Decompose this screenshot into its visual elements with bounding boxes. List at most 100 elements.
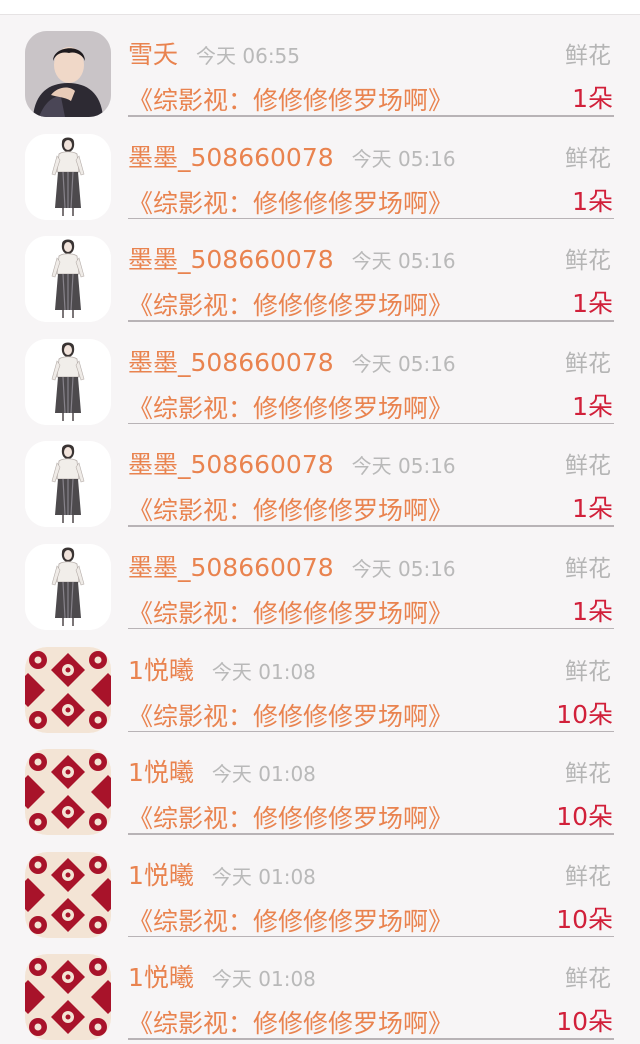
red-pattern-avatar-icon <box>25 851 111 938</box>
user-name[interactable]: 雪夭 今天 06:55 <box>128 35 300 71</box>
list-item[interactable]: 1悦曦 今天 01:08 鲜花 《综影视：修修修修罗场啊》 10朵 <box>0 733 640 836</box>
user-name-text: 墨墨_508660078 <box>128 552 334 582</box>
red-pattern-avatar-icon <box>25 954 111 1041</box>
list-item[interactable]: 雪夭 今天 06:55 鲜花 《综影视：修修修修罗场啊》 1朵 <box>0 15 640 118</box>
sketch-woman-avatar-icon <box>25 133 111 220</box>
gift-type: 鲜花 <box>565 453 611 480</box>
gift-type: 鲜花 <box>565 658 611 685</box>
gift-count: 1朵 <box>572 186 613 216</box>
user-name-text: 1悦曦 <box>128 860 194 890</box>
sketch-woman-avatar-icon <box>25 338 111 425</box>
work-title[interactable]: 《综影视：修修修修罗场啊》 <box>128 1004 453 1040</box>
gift-count: 1朵 <box>572 84 613 113</box>
user-name-text: 雪夭 <box>128 40 179 69</box>
gift-count: 10朵 <box>556 904 613 934</box>
avatar[interactable] <box>25 31 111 117</box>
gift-count: 1朵 <box>572 289 613 319</box>
divider <box>128 115 614 117</box>
work-title[interactable]: 《综影视：修修修修罗场啊》 <box>128 697 453 733</box>
work-title[interactable]: 《综影视：修修修修罗场啊》 <box>128 491 453 527</box>
sketch-woman-avatar-icon <box>25 441 111 528</box>
gift-count: 1朵 <box>572 596 613 626</box>
timestamp: 今天 05:16 <box>351 556 456 581</box>
avatar[interactable] <box>25 851 111 938</box>
avatar[interactable] <box>25 236 111 323</box>
divider <box>128 627 614 630</box>
timestamp: 今天 06:55 <box>196 44 301 68</box>
timestamp: 今天 01:08 <box>211 659 316 684</box>
user-name-text: 1悦曦 <box>128 655 194 685</box>
divider <box>128 833 614 835</box>
sketch-woman-avatar-icon <box>25 543 111 630</box>
work-title[interactable]: 《综影视：修修修修罗场啊》 <box>128 389 453 425</box>
divider <box>128 1038 614 1040</box>
work-title[interactable]: 《综影视：修修修修罗场啊》 <box>128 184 453 220</box>
sketch-woman-avatar-icon <box>25 236 111 323</box>
avatar[interactable] <box>25 954 111 1041</box>
user-name[interactable]: 1悦曦 今天 01:08 <box>128 753 316 789</box>
list-item[interactable]: 墨墨_508660078 今天 05:16 鲜花 《综影视：修修修修罗场啊》 1朵 <box>0 118 640 221</box>
red-pattern-avatar-icon <box>25 749 111 836</box>
user-name-text: 1悦曦 <box>128 963 194 993</box>
work-title[interactable]: 《综影视：修修修修罗场啊》 <box>128 902 453 938</box>
list-item[interactable]: 1悦曦 今天 01:08 鲜花 《综影视：修修修修罗场啊》 10朵 <box>0 938 640 1041</box>
gift-count: 10朵 <box>556 699 613 729</box>
user-name[interactable]: 墨墨_508660078 今天 05:16 <box>128 445 456 481</box>
gift-count: 1朵 <box>572 494 613 524</box>
timestamp: 今天 05:16 <box>351 454 456 479</box>
timestamp: 今天 05:16 <box>351 146 456 171</box>
list-item[interactable]: 墨墨_508660078 今天 05:16 鲜花 《综影视：修修修修罗场啊》 1朵 <box>0 528 640 631</box>
gift-type: 鲜花 <box>565 761 611 788</box>
user-name[interactable]: 墨墨_508660078 今天 05:16 <box>128 343 456 379</box>
gift-type: 鲜花 <box>565 145 611 172</box>
user-name-text: 1悦曦 <box>128 758 194 788</box>
gift-type: 鲜花 <box>565 966 611 993</box>
user-name[interactable]: 1悦曦 今天 01:08 <box>128 651 316 687</box>
red-pattern-avatar-icon <box>25 646 111 733</box>
divider <box>128 935 614 938</box>
work-title[interactable]: 《综影视：修修修修罗场啊》 <box>128 799 453 835</box>
avatar[interactable] <box>25 543 111 630</box>
divider <box>128 217 614 220</box>
list-item[interactable]: 墨墨_508660078 今天 05:16 鲜花 《综影视：修修修修罗场啊》 1朵 <box>0 425 640 528</box>
gift-type: 鲜花 <box>565 863 611 890</box>
avatar[interactable] <box>25 646 111 733</box>
gift-count: 10朵 <box>556 1007 613 1037</box>
divider <box>128 422 614 425</box>
user-name[interactable]: 墨墨_508660078 今天 05:16 <box>128 240 456 276</box>
gift-count: 10朵 <box>556 802 613 832</box>
timestamp: 今天 05:16 <box>351 351 456 376</box>
work-title[interactable]: 《综影视：修修修修罗场啊》 <box>128 81 453 117</box>
timestamp: 今天 01:08 <box>211 762 316 787</box>
divider <box>128 320 614 322</box>
work-title[interactable]: 《综影视：修修修修罗场啊》 <box>128 594 453 630</box>
user-name-text: 墨墨_508660078 <box>128 245 334 275</box>
avatar[interactable] <box>25 133 111 220</box>
user-name[interactable]: 墨墨_508660078 今天 05:16 <box>128 548 456 584</box>
list-item[interactable]: 1悦曦 今天 01:08 鲜花 《综影视：修修修修罗场啊》 10朵 <box>0 631 640 734</box>
avatar[interactable] <box>25 749 111 836</box>
work-title[interactable]: 《综影视：修修修修罗场啊》 <box>128 286 453 322</box>
divider <box>128 525 614 527</box>
top-bar <box>0 0 640 15</box>
gift-count: 1朵 <box>572 391 613 421</box>
timestamp: 今天 01:08 <box>211 864 316 889</box>
user-name[interactable]: 1悦曦 今天 01:08 <box>128 856 316 892</box>
gift-type: 鲜花 <box>565 248 611 275</box>
timestamp: 今天 05:16 <box>351 249 456 274</box>
list-item[interactable]: 1悦曦 今天 01:08 鲜花 《综影视：修修修修罗场啊》 10朵 <box>0 836 640 939</box>
avatar[interactable] <box>25 338 111 425</box>
gift-type: 鲜花 <box>565 555 611 582</box>
timestamp: 今天 01:08 <box>211 967 316 992</box>
avatar[interactable] <box>25 441 111 528</box>
divider <box>128 730 614 733</box>
gift-record-list: 雪夭 今天 06:55 鲜花 《综影视：修修修修罗场啊》 1朵 墨墨_508660… <box>0 15 640 1041</box>
list-item[interactable]: 墨墨_508660078 今天 05:16 鲜花 《综影视：修修修修罗场啊》 1朵 <box>0 220 640 323</box>
user-name-text: 墨墨_508660078 <box>128 142 334 172</box>
gift-type: 鲜花 <box>565 350 611 377</box>
portrait-man-avatar-icon <box>25 31 111 117</box>
gift-type: 鲜花 <box>565 43 611 69</box>
user-name[interactable]: 墨墨_508660078 今天 05:16 <box>128 138 456 174</box>
user-name[interactable]: 1悦曦 今天 01:08 <box>128 958 316 994</box>
list-item[interactable]: 墨墨_508660078 今天 05:16 鲜花 《综影视：修修修修罗场啊》 1朵 <box>0 323 640 426</box>
